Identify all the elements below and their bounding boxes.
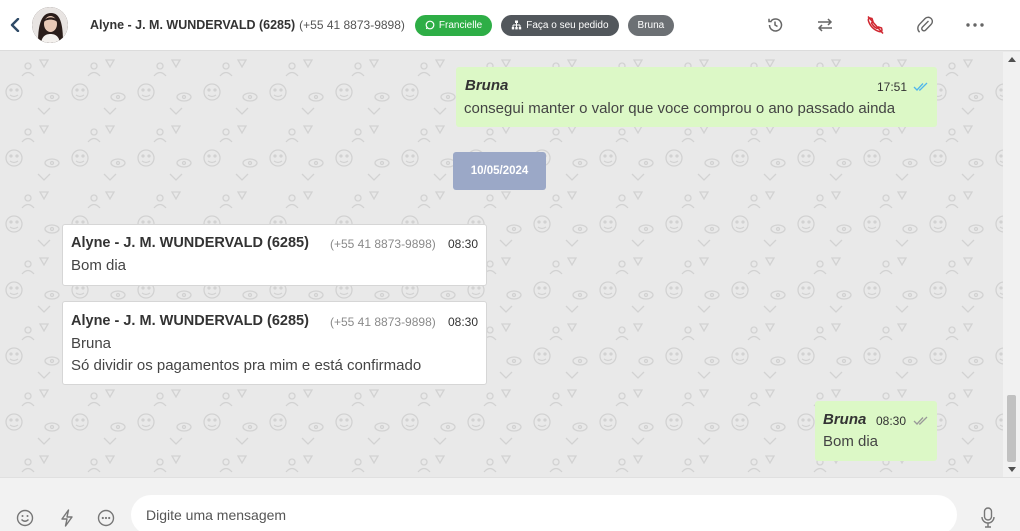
quick-reply-icon — [61, 509, 73, 527]
whatsapp-connection-tag[interactable]: Francielle — [414, 14, 493, 36]
scroll-up-arrow[interactable] — [1008, 57, 1016, 62]
message-sender: Alyne - J. M. WUNDERVALD (6285) — [71, 313, 309, 329]
message-text: Bom dia — [823, 433, 879, 450]
incoming-message[interactable]: Alyne - J. M. WUNDERVALD (6285) (+55 41 … — [62, 301, 487, 385]
history-button[interactable] — [763, 13, 787, 37]
incoming-message[interactable]: Alyne - J. M. WUNDERVALD (6285) (+55 41 … — [62, 224, 487, 286]
transfer-icon — [817, 18, 833, 32]
message-text: Bom dia — [71, 257, 127, 274]
message-time: 08:30 — [448, 315, 479, 329]
message-list[interactable]: Bruna 17:51 consegui manter o valor que … — [0, 52, 1020, 477]
agent-tag-label: Bruna — [637, 19, 665, 31]
agent-tag[interactable]: Bruna — [627, 14, 675, 36]
message-sender: Bruna — [465, 77, 509, 94]
scroll-down-arrow[interactable] — [1008, 467, 1016, 472]
date-divider: 10/05/2024 — [453, 152, 546, 190]
message-text: consegui manter o valor que voce comprou… — [464, 100, 896, 117]
chat-header: Alyne - J. M. WUNDERVALD (6285) (+55 41 … — [0, 0, 1020, 51]
message-time: 17:51 — [877, 80, 908, 94]
message-time: 08:30 — [448, 237, 479, 251]
contact-name[interactable]: Alyne - J. M. WUNDERVALD (6285) — [90, 18, 295, 32]
message-composer — [0, 477, 1020, 531]
quick-reply-button[interactable] — [56, 507, 78, 529]
message-sender: Bruna — [823, 411, 867, 428]
attach-icon — [917, 16, 933, 33]
transfer-button[interactable] — [813, 13, 837, 37]
message-input[interactable] — [131, 495, 957, 531]
read-receipt-icon — [913, 82, 928, 91]
scroll-thumb[interactable] — [1007, 395, 1016, 462]
delivered-receipt-icon — [913, 416, 928, 425]
microphone-icon — [981, 507, 995, 528]
whatsapp-icon — [425, 20, 435, 30]
emoji-button[interactable] — [14, 507, 36, 529]
order-tag[interactable]: Faça o seu pedido — [501, 14, 619, 36]
outgoing-message[interactable]: Bruna 08:30 Bom dia — [815, 401, 937, 461]
attach-button[interactable] — [913, 13, 937, 37]
sender-phone: (+55 41 8873-9898) — [330, 315, 436, 329]
end-call-button[interactable] — [863, 13, 887, 37]
sender-phone: (+55 41 8873-9898) — [330, 237, 436, 251]
end-call-icon — [867, 16, 884, 34]
chat-options-button[interactable] — [95, 507, 117, 529]
outgoing-message[interactable]: Bruna 17:51 consegui manter o valor que … — [456, 67, 937, 127]
scrollbar[interactable] — [1003, 52, 1020, 477]
message-text-line: Só dividir os pagamentos pra mim e está … — [71, 357, 422, 374]
message-time: 08:30 — [876, 414, 907, 428]
emoji-icon — [16, 509, 34, 527]
more-icon — [966, 23, 984, 27]
org-chart-icon — [512, 20, 522, 30]
history-icon — [768, 18, 783, 32]
chat-options-icon — [97, 509, 115, 527]
avatar[interactable] — [32, 7, 68, 43]
more-options-button[interactable] — [963, 13, 987, 37]
contact-phone: (+55 41 8873-9898) — [299, 18, 405, 32]
order-tag-label: Faça o seu pedido — [526, 19, 609, 31]
back-icon — [10, 18, 20, 32]
back-button[interactable] — [0, 0, 30, 51]
message-sender: Alyne - J. M. WUNDERVALD (6285) — [71, 235, 309, 251]
message-text-line: Bruna — [71, 335, 112, 352]
whatsapp-tag-label: Francielle — [438, 19, 483, 31]
voice-record-button[interactable] — [977, 507, 999, 529]
